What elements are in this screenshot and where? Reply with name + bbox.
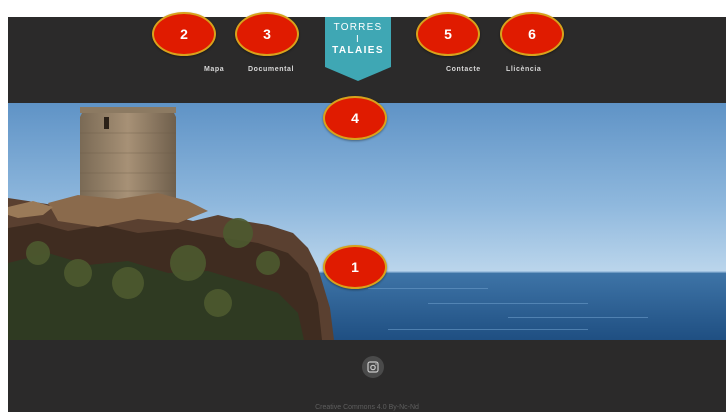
annotation-marker-3: 3 (235, 12, 299, 56)
logo-text: TORRES I TALAIES (325, 22, 391, 57)
site-footer: Creative Commons 4.0 By-Nc-Nd (8, 340, 726, 412)
page-frame: Mapa Documental TORRES I TALAIES Contact… (8, 17, 726, 412)
hero-photo-illustration (8, 103, 726, 340)
annotation-marker-5: 5 (416, 12, 480, 56)
logo-line-2: I (356, 33, 360, 45)
logo-line-1: TORRES (333, 22, 383, 33)
logo-line-3: TALAIES (332, 45, 384, 56)
site-header: Mapa Documental TORRES I TALAIES Contact… (8, 17, 726, 103)
hero-image (8, 103, 726, 340)
annotation-marker-4: 4 (323, 96, 387, 140)
nav-link-llicencia[interactable]: Llicència (506, 66, 541, 73)
annotation-marker-6: 6 (500, 12, 564, 56)
site-logo[interactable]: TORRES I TALAIES (325, 17, 391, 81)
annotation-marker-1: 1 (323, 245, 387, 289)
instagram-icon (367, 361, 379, 373)
annotation-marker-2: 2 (152, 12, 216, 56)
nav-link-contacte[interactable]: Contacte (446, 66, 481, 73)
instagram-button[interactable] (362, 356, 384, 378)
nav-link-documental[interactable]: Documental (248, 66, 294, 73)
copyright-text: Creative Commons 4.0 By-Nc-Nd (315, 404, 419, 411)
nav-link-mapa[interactable]: Mapa (204, 66, 224, 73)
